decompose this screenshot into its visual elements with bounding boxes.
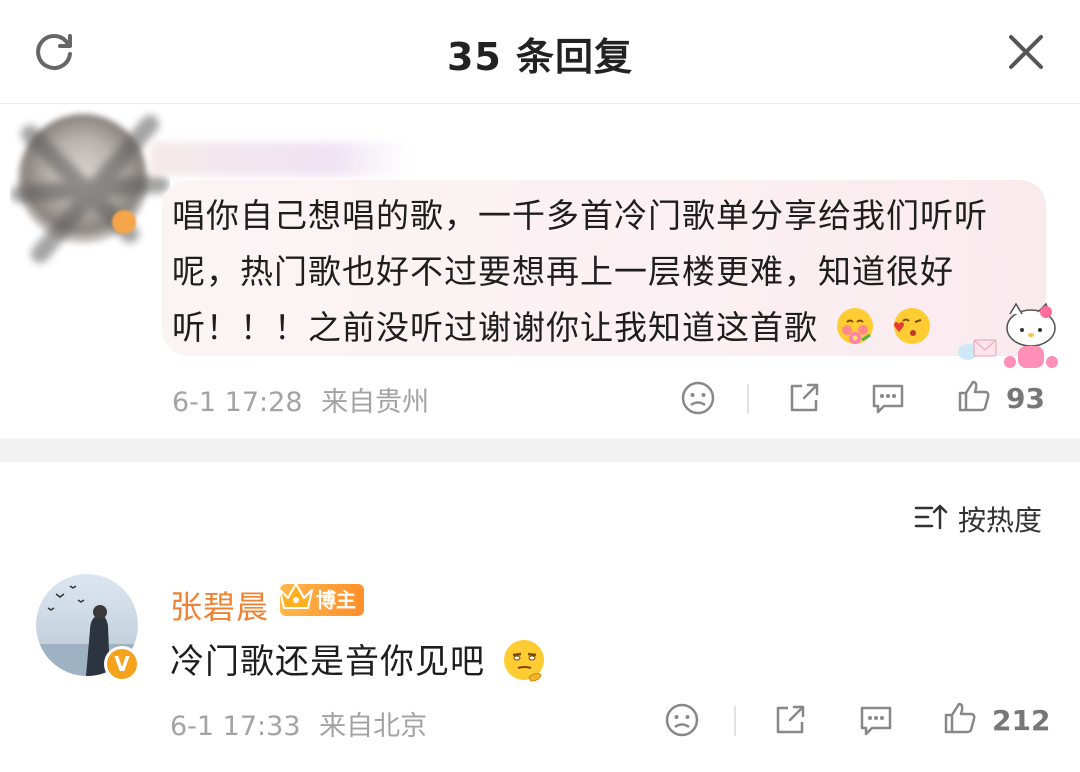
header-bar: 35 条回复 xyxy=(0,0,1080,104)
avatar-decoration xyxy=(112,210,136,234)
share-icon[interactable] xyxy=(772,702,808,738)
reply-text-content: 冷门歌还是音你见吧 xyxy=(170,642,485,682)
divider xyxy=(734,706,736,736)
kiss-emoji xyxy=(894,308,930,344)
root-comment: 唱你自己想唱的歌，一千多首冷门歌单分享给我们听听呢，热门歌也好不过要想再上一层楼… xyxy=(0,104,1080,438)
reply-text: 冷门歌还是音你见吧 xyxy=(170,634,547,683)
sort-button[interactable]: 按热度 xyxy=(958,499,1042,539)
divider xyxy=(747,384,749,414)
like-icon[interactable] xyxy=(956,378,992,414)
comment-location: 来自贵州 xyxy=(321,387,430,418)
comment-icon[interactable] xyxy=(858,702,894,738)
share-icon[interactable] xyxy=(786,380,822,416)
dislike-face-icon[interactable] xyxy=(664,702,700,738)
reply-meta: 6-1 17:33 来自北京 xyxy=(170,704,427,743)
username-redacted[interactable] xyxy=(150,142,410,176)
dislike-face-icon[interactable] xyxy=(680,380,716,416)
section-divider xyxy=(0,438,1080,462)
crown-icon xyxy=(279,583,313,609)
blush-flower-emoji xyxy=(836,308,873,344)
like-count: 212 xyxy=(992,704,1051,737)
thinking-smirk-emoji xyxy=(503,640,544,682)
reply-time: 6-1 17:33 xyxy=(170,711,301,742)
avatar-scribble xyxy=(11,115,169,263)
hello-kitty-sticker xyxy=(958,302,1058,368)
reply-location: 来自北京 xyxy=(319,711,428,742)
page-title: 35 条回复 xyxy=(446,35,634,79)
comment-time: 6-1 17:28 xyxy=(172,387,303,418)
reply-username[interactable]: 张碧晨 xyxy=(170,582,269,628)
author-badge-label: 博主 xyxy=(316,588,356,612)
verified-badge-icon: V xyxy=(104,646,140,682)
sort-icon[interactable] xyxy=(914,502,948,532)
comment-icon[interactable] xyxy=(870,380,906,416)
comment-text: 唱你自己想唱的歌，一千多首冷门歌单分享给我们听听呢，热门歌也好不过要想再上一层楼… xyxy=(172,188,1022,356)
comment-meta: 6-1 17:28 来自贵州 xyxy=(172,380,429,419)
close-icon[interactable] xyxy=(1002,28,1050,76)
like-count: 93 xyxy=(1006,382,1045,415)
like-icon[interactable] xyxy=(942,700,978,736)
